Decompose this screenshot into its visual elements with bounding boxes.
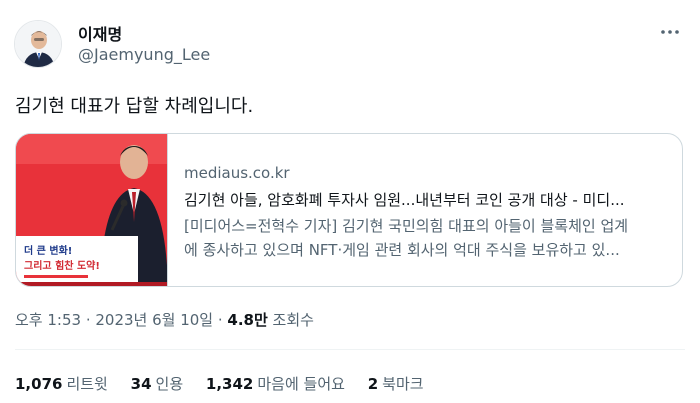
tweet-meta: 오후 1:53 · 2023년 6월 10일 · 4.8만 조회수 [15, 309, 314, 330]
tweet-header: 이재명 @Jaemyung_Lee [14, 18, 686, 74]
bookmark-count: 2 [367, 375, 379, 393]
stat-likes[interactable]: 1,342 마음에 들어요 [206, 375, 345, 393]
like-count: 1,342 [205, 375, 254, 393]
link-card[interactable]: 더 큰 변화! 그리고 힘찬 도약! mediaus.co.kr 김기현 아들,… [15, 133, 683, 287]
tweet-text: 김기현 대표가 답할 차례입니다. [15, 96, 254, 117]
display-name[interactable]: 이재명 [78, 21, 122, 45]
link-description: [미디어스=전혁수 기자] 김기현 국민의힘 대표의 아들이 블록체인 업계 에… [184, 214, 670, 262]
quote-count: 34 [130, 375, 152, 393]
view-count: 4.8만 [227, 311, 268, 329]
link-title: 김기현 아들, 암호화폐 투자사 임원...내년부터 코인 공개 대상 - 미디… [184, 191, 625, 209]
retweet-count: 1,076 [15, 375, 63, 393]
bookmark-label: 북마크 [382, 375, 424, 393]
banner-text-line2: 그리고 힘찬 도약! [24, 261, 100, 272]
user-handle[interactable]: @Jaemyung_Lee [78, 45, 210, 64]
link-card-image[interactable]: 더 큰 변화! 그리고 힘찬 도약! [16, 134, 168, 286]
profile-photo [15, 21, 61, 67]
link-description-line2: 에 종사하고 있으며 NFT·게임 관련 회사의 억대 주식을 보유하고 있..… [184, 241, 620, 259]
quote-label: 인용 [155, 375, 184, 393]
divider [15, 349, 685, 350]
stat-quotes[interactable]: 34 인용 [131, 375, 183, 393]
tweet-stats: 1,076 리트윗 34 인용 1,342 마음에 들어요 2 북마크 [15, 373, 442, 394]
avatar[interactable] [14, 20, 62, 68]
retweet-label: 리트윗 [66, 375, 108, 393]
link-domain: mediaus.co.kr [184, 164, 290, 182]
stat-retweets[interactable]: 1,076 리트윗 [15, 375, 108, 393]
more-dots-icon[interactable] [658, 20, 682, 44]
view-label: 조회수 [267, 311, 314, 329]
link-card-body[interactable]: mediaus.co.kr 김기현 아들, 암호화폐 투자사 임원...내년부터… [184, 134, 670, 286]
banner-text-line1: 더 큰 변화! [24, 246, 73, 257]
like-label: 마음에 들어요 [257, 375, 345, 393]
link-description-line1: [미디어스=전혁수 기자] 김기현 국민의힘 대표의 아들이 블록체인 업계 [184, 217, 629, 235]
stat-bookmarks[interactable]: 2 북마크 [368, 375, 424, 393]
timestamp[interactable]: 오후 1:53 · 2023년 6월 10일 · [15, 311, 227, 329]
